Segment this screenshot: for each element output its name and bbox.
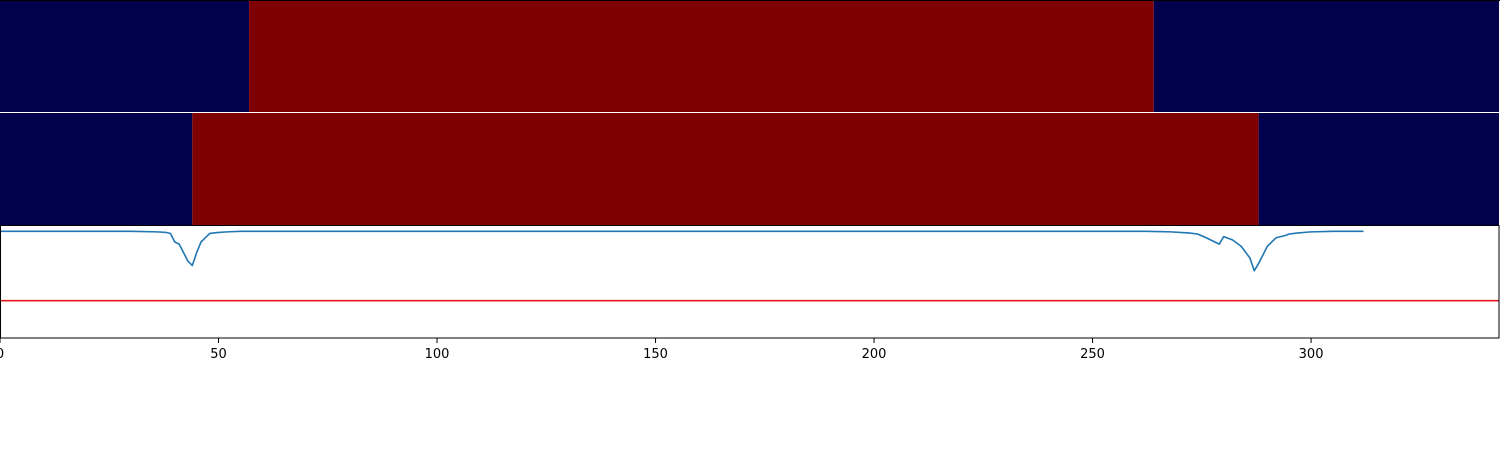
band-top-segment-low: [1153, 1, 1499, 113]
band-top: [0, 1, 1499, 113]
band-bottom-segment-low: [0, 113, 193, 225]
signal-line: [0, 230, 1364, 272]
band-top-segment-low: [0, 1, 250, 113]
chart-root: 0 50 100 150 200 250 300: [0, 0, 1500, 450]
band-top-segment-high: [249, 1, 1154, 113]
band-bottom-segment-high: [192, 113, 1259, 225]
x-tick-label: 150: [643, 347, 668, 362]
x-axis: 0 50 100 150 200 250 300: [0, 338, 1323, 362]
band-bottom: [0, 113, 1499, 225]
x-tick-label: 300: [1299, 347, 1324, 362]
plot-frame: [0, 225, 1500, 339]
x-tick-label: 50: [210, 347, 227, 362]
bands-layer: [0, 1, 1500, 225]
x-tick-label: 250: [1080, 347, 1105, 362]
x-tick-label: 0: [0, 347, 4, 362]
chart-svg: 0 50 100 150 200 250 300: [0, 0, 1500, 362]
x-tick-label: 100: [425, 347, 450, 362]
band-bottom-segment-low: [1258, 113, 1499, 225]
x-tick-label: 200: [862, 347, 887, 362]
